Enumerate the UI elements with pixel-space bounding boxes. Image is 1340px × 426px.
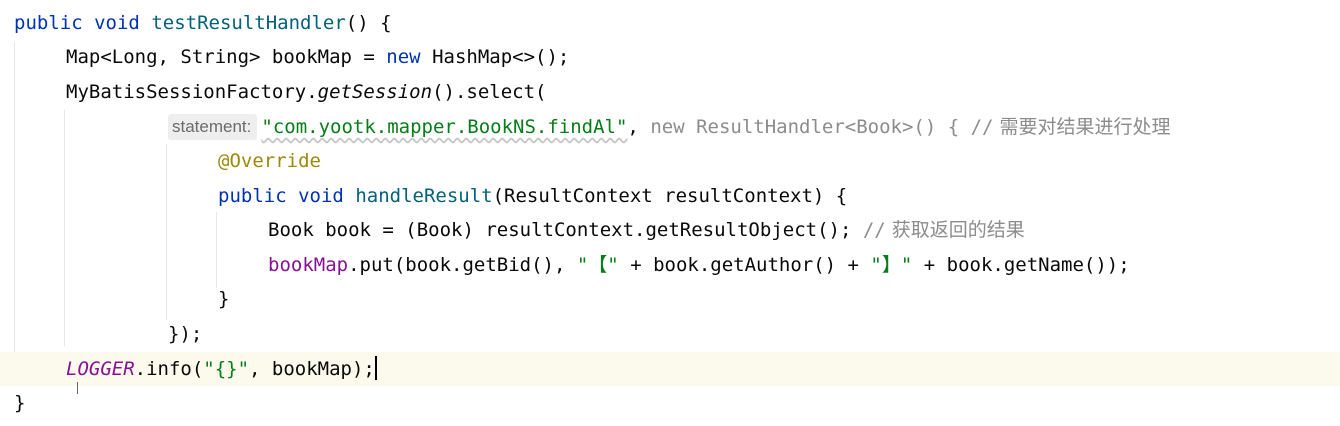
code-editor[interactable]: public void testResultHandler() { Map<Lo… (0, 0, 1340, 426)
code-text: } (218, 288, 230, 310)
string-literal: "】" (870, 254, 913, 276)
code-text: .info( (134, 358, 204, 380)
method-call: getSession (317, 81, 433, 103)
annotation: @Override (218, 150, 321, 172)
keyword: new (386, 46, 421, 68)
field-reference: LOGGER (66, 358, 135, 380)
string-literal: "com.yootk.mapper.BookNS.findAl" (261, 116, 628, 138)
code-line-6[interactable]: public void handleResult(ResultContext r… (0, 179, 1340, 213)
keyword: void (94, 12, 140, 34)
code-line-3[interactable]: MyBatisSessionFactory.getSession().selec… (0, 75, 1340, 109)
code-line-9[interactable]: } (0, 282, 1340, 316)
keyword: void (298, 185, 344, 207)
code-line-2[interactable]: Map<Long, String> bookMap = new HashMap<… (0, 40, 1340, 74)
code-text: .put(book.getBid(), (348, 254, 577, 276)
code-text: (ResultContext resultContext) { (492, 185, 848, 207)
field-reference: bookMap (268, 254, 349, 276)
code-text: }); (168, 323, 203, 345)
code-text: MyBatisSessionFactory. (66, 81, 318, 103)
code-line-5[interactable]: @Override (0, 144, 1340, 178)
keyword: public (218, 185, 287, 207)
method-name: handleResult (355, 185, 493, 207)
comment-mark: // (862, 219, 886, 241)
code-text: Map<Long, String> bookMap = (66, 46, 387, 68)
code-text: () { (345, 12, 392, 34)
code-line-4[interactable]: statement: "com.yootk.mapper.BookNS.findA… (0, 110, 1340, 144)
text-caret (374, 356, 377, 380)
code-line-10[interactable]: }); (0, 317, 1340, 351)
method-name: testResultHandler (151, 12, 346, 34)
code-line-7[interactable]: Book book = (Book) resultContext.getResu… (0, 213, 1340, 247)
code-text: , bookMap); (249, 358, 375, 380)
code-line-8[interactable]: bookMap.put(book.getBid(), "【" + book.ge… (0, 248, 1340, 282)
code-text: new ResultHandler<Book>() { // (650, 116, 994, 138)
code-line-1[interactable]: public void testResultHandler() { (0, 6, 1340, 40)
code-text: + book.getName()); (912, 254, 1130, 276)
comment-text: 获取返回的结果 (885, 219, 1025, 241)
code-line-11-current[interactable]: LOGGER.info("{}", bookMap); (0, 352, 1340, 386)
comment-text: 需要对结果进行处理 (993, 116, 1171, 138)
code-text: + book.getAuthor() + (618, 254, 871, 276)
code-text: HashMap<>(); (420, 46, 570, 68)
keyword: public (14, 12, 83, 34)
string-literal: "{}" (203, 358, 250, 380)
code-text: Book book = (Book) resultContext.getResu… (268, 219, 863, 241)
code-text: , (627, 116, 651, 138)
string-literal: "【" (576, 254, 619, 276)
code-text: ().select( (432, 81, 547, 103)
parameter-hint: statement: (168, 114, 258, 140)
code-line-12[interactable]: } (0, 386, 1340, 420)
code-text: } (14, 392, 26, 414)
